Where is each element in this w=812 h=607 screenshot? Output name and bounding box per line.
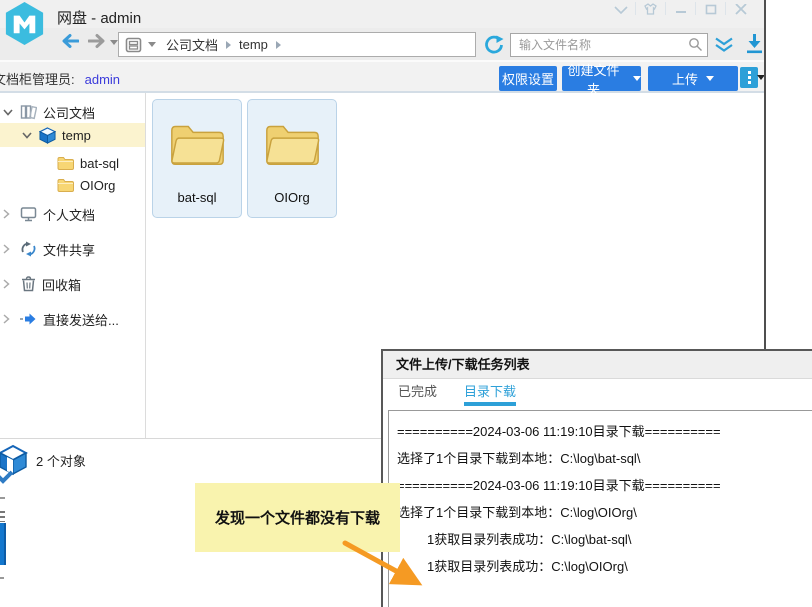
forward-button[interactable] [88, 33, 108, 49]
sidebar-item-label: temp [62, 128, 91, 143]
file-share-icon [20, 241, 37, 257]
window-controls [606, 0, 755, 15]
folder-icon [57, 156, 74, 170]
collapse-icon[interactable] [606, 0, 635, 15]
log-line: 1获取目录列表成功：C:\log\OIOrg\ [397, 553, 812, 580]
breadcrumb-separator-icon [226, 41, 231, 49]
refresh-icon[interactable] [483, 34, 505, 56]
tab-directory-download[interactable]: 目录下载 [464, 381, 516, 406]
caret-collapsed-icon[interactable] [3, 279, 10, 289]
view-mode-button[interactable] [740, 67, 758, 88]
caret-collapsed-icon[interactable] [3, 209, 10, 219]
dialog-tabs: 已完成 目录下载 [383, 379, 812, 406]
open-folder-icon [166, 117, 228, 169]
maximize-icon[interactable] [696, 0, 725, 15]
sidebar-item-label: 直接发送给... [43, 310, 119, 329]
sidebar-item-temp[interactable]: temp [22, 124, 91, 146]
annotation-arrow-icon [333, 533, 443, 599]
search-box [510, 33, 708, 57]
folder-tile-oiorg[interactable]: OIOrg [247, 99, 337, 218]
object-count: 2 个对象 [36, 451, 86, 470]
expand-search-icon[interactable] [714, 37, 734, 52]
location-icon[interactable] [125, 37, 142, 53]
minimize-icon[interactable] [666, 0, 695, 15]
sidebar-item-company-docs[interactable]: 公司文档 [3, 101, 95, 123]
breadcrumb-item-temp[interactable]: temp [239, 37, 268, 52]
log-line: ==========2024-03-06 11:19:10目录下载=======… [397, 472, 812, 499]
create-folder-button-label: 创建文件夹 [562, 60, 625, 98]
forward-history-arrow[interactable] [110, 40, 118, 45]
location-dropdown-arrow[interactable] [148, 42, 156, 47]
search-icon[interactable] [688, 37, 703, 52]
sidebar-item-label: 公司文档 [43, 103, 95, 122]
log-line: 1获取目录列表成功：C:\log\bat-sql\ [397, 526, 812, 553]
open-folder-icon [261, 117, 323, 169]
clipped-fragment [0, 523, 6, 565]
tab-completed[interactable]: 已完成 [398, 381, 437, 406]
download-log[interactable]: ==========2024-03-06 11:19:10目录下载=======… [388, 410, 812, 607]
folder-tile-bat-sql[interactable]: bat-sql [152, 99, 242, 218]
transfer-tasks-dialog: 文件上传/下载任务列表 已完成 目录下载 ==========2024-03-0… [381, 349, 812, 607]
back-button[interactable] [59, 33, 79, 49]
log-line: ==========2024-03-06 11:19:10目录下载=======… [397, 418, 812, 445]
log-line: 选择了1个目录下载到本地：C:\log\bat-sql\ [397, 445, 812, 472]
owner-label: 文档柜管理员: admin [0, 69, 120, 88]
sidebar-item-label: 文件共享 [43, 240, 95, 259]
permissions-button[interactable]: 权限设置 [499, 66, 557, 91]
sidebar-item-label: bat-sql [80, 156, 119, 171]
company-docs-icon [20, 104, 37, 120]
send-to-icon [20, 312, 37, 326]
upload-dropdown-arrow [706, 76, 714, 81]
upload-button-label: 上传 [672, 69, 698, 88]
caret-expanded-icon[interactable] [22, 132, 32, 139]
log-line: 选择了1个目录下载到本地：C:\log\OIOrg\ [397, 499, 812, 526]
caret-expanded-icon[interactable] [3, 109, 13, 116]
folder-tile-label: OIOrg [248, 190, 336, 205]
dialog-title: 文件上传/下载任务列表 [383, 351, 812, 379]
skin-icon[interactable] [636, 0, 665, 15]
create-folder-button[interactable]: 创建文件夹 [562, 66, 641, 91]
personal-docs-icon [20, 206, 37, 222]
window-title: 网盘 - admin [57, 7, 141, 28]
caret-collapsed-icon[interactable] [3, 314, 10, 324]
sidebar-item-oiorg[interactable]: OIOrg [57, 174, 115, 196]
sidebar-item-file-share[interactable]: 文件共享 [3, 238, 95, 260]
caret-collapsed-icon[interactable] [3, 244, 10, 254]
sidebar-item-recycle-bin[interactable]: 回收箱 [3, 273, 81, 295]
owner-admin-link[interactable]: admin [85, 72, 120, 87]
clipped-fragment [0, 497, 5, 499]
app-logo-icon [1, 0, 48, 47]
upload-button[interactable]: 上传 [648, 66, 738, 91]
recycle-bin-icon [21, 276, 36, 292]
cube-icon [39, 127, 56, 144]
close-icon[interactable] [726, 0, 755, 15]
breadcrumb: 公司文档 temp [118, 32, 476, 57]
sidebar-item-label: OIOrg [80, 178, 115, 193]
statusbar-divider [0, 438, 381, 439]
create-folder-dropdown-arrow [633, 76, 641, 81]
app-screen: 网盘 - admin [0, 0, 812, 607]
clipped-fragment [0, 577, 4, 579]
sidebar-item-label: 回收箱 [42, 275, 81, 294]
folder-icon [57, 178, 74, 192]
sidebar-item-send-to[interactable]: 直接发送给... [3, 308, 119, 330]
folder-tile-label: bat-sql [153, 190, 241, 205]
sidebar-divider [145, 93, 146, 438]
breadcrumb-separator-icon [276, 41, 281, 49]
download-tasks-icon[interactable] [746, 33, 763, 54]
permissions-button-label: 权限设置 [502, 69, 554, 88]
sidebar-item-personal-docs[interactable]: 个人文档 [3, 203, 95, 225]
owner-role: 文档柜管理员: [0, 72, 75, 87]
sidebar-item-bat-sql[interactable]: bat-sql [57, 152, 119, 174]
search-input[interactable] [510, 33, 708, 57]
clipped-fragment [0, 511, 5, 522]
sidebar-item-label: 个人文档 [43, 205, 95, 224]
clipped-chevron-icon [0, 469, 14, 485]
breadcrumb-item-company-docs[interactable]: 公司文档 [166, 35, 218, 54]
